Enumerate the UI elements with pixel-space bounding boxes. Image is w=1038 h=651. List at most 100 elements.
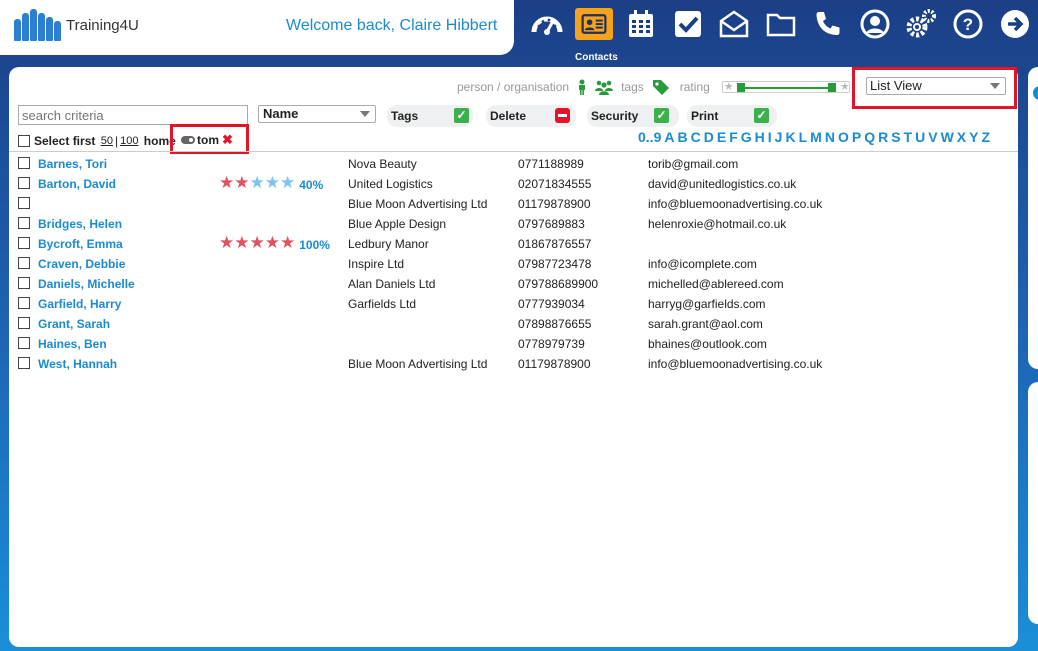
table-row[interactable]: Craven, Debbie Inspire Ltd 07987723478 info… — [9, 257, 1018, 277]
tags-toggle[interactable]: Tags ✓ — [387, 105, 473, 127]
alpha-link[interactable]: L — [799, 129, 808, 145]
row-checkbox[interactable] — [18, 217, 30, 229]
delete-toggle[interactable]: Delete — [486, 105, 576, 127]
row-checkbox[interactable] — [18, 237, 30, 249]
alpha-link[interactable]: Z — [981, 129, 990, 145]
alpha-link[interactable]: X — [957, 129, 966, 145]
help-question-icon: ? — [953, 9, 983, 39]
delete-toggle-label: Delete — [490, 109, 527, 123]
select-first-50-link[interactable]: 50 — [101, 135, 113, 147]
contact-name[interactable]: West, Hannah — [38, 357, 117, 371]
row-checkbox[interactable] — [18, 157, 30, 169]
rating-range-slider[interactable]: ★ ★ — [721, 81, 850, 93]
row-checkbox[interactable] — [18, 197, 30, 209]
contact-name[interactable]: Barnes, Tori — [38, 157, 107, 171]
person-icon[interactable] — [577, 79, 587, 95]
table-row[interactable]: Bridges, Helen Blue Apple Design 079768988… — [9, 217, 1018, 237]
nav-tasks[interactable] — [664, 0, 711, 50]
star-icon: ★ — [234, 233, 250, 252]
tag-icon[interactable] — [652, 79, 672, 95]
nav-files[interactable] — [758, 0, 805, 50]
alpha-link[interactable]: R — [878, 129, 888, 145]
search-input[interactable] — [18, 105, 248, 125]
table-row[interactable]: Blue Moon Advertising Ltd 01179878900 info… — [9, 197, 1018, 217]
alpha-link[interactable]: M — [810, 129, 822, 145]
nav-mail[interactable] — [711, 0, 758, 50]
alpha-link[interactable]: V — [928, 129, 937, 145]
app-logo[interactable]: Training4U — [14, 9, 139, 41]
contact-name[interactable]: Daniels, Michelle — [38, 277, 135, 291]
rating-min-handle[interactable] — [736, 83, 745, 92]
table-row[interactable]: Haines, Ben 0778979739 bhaines@outlook.com — [9, 337, 1018, 357]
contact-name[interactable]: Bycroft, Emma — [38, 237, 123, 251]
nav-phone[interactable] — [804, 0, 851, 50]
nav-settings[interactable] — [898, 0, 945, 50]
alpha-link[interactable]: G — [741, 129, 752, 145]
alpha-link[interactable]: W — [941, 129, 954, 145]
contact-name[interactable]: Garfield, Harry — [38, 297, 121, 311]
row-checkbox[interactable] — [18, 357, 30, 369]
user-account-icon — [860, 9, 889, 39]
settings-gears-icon — [906, 9, 937, 38]
print-toggle[interactable]: Print ✓ — [687, 105, 777, 127]
alpha-link[interactable]: N — [825, 129, 835, 145]
table-row[interactable]: Garfield, Harry Garfields Ltd 0777939034 ha… — [9, 297, 1018, 317]
alpha-link[interactable]: K — [785, 129, 795, 145]
security-toggle[interactable]: Security ✓ — [587, 105, 679, 127]
star-icon: ★ — [219, 173, 235, 192]
alpha-link[interactable]: 0..9 — [638, 129, 661, 145]
alpha-link[interactable]: J — [775, 129, 783, 145]
row-checkbox[interactable] — [18, 277, 30, 289]
alpha-link[interactable]: O — [838, 129, 849, 145]
alpha-link[interactable]: P — [852, 129, 861, 145]
contact-organisation: Alan Daniels Ltd — [348, 277, 436, 291]
alpha-link[interactable]: U — [915, 129, 925, 145]
nav-help[interactable]: ? — [945, 0, 992, 50]
alpha-link[interactable]: H — [755, 129, 765, 145]
row-checkbox[interactable] — [18, 177, 30, 189]
contact-name[interactable]: Haines, Ben — [38, 337, 107, 351]
view-mode-select[interactable]: List View — [866, 77, 1006, 95]
nav-calendar[interactable] — [617, 0, 664, 50]
alpha-link[interactable]: F — [729, 129, 738, 145]
sort-field-select[interactable]: Name — [258, 105, 376, 123]
table-row[interactable]: West, Hannah Blue Moon Advertising Ltd 011… — [9, 357, 1018, 377]
table-row[interactable]: Daniels, Michelle Alan Daniels Ltd 0797886… — [9, 277, 1018, 297]
contact-name[interactable]: Grant, Sarah — [38, 317, 110, 331]
alpha-link[interactable]: E — [717, 129, 726, 145]
star-icon: ★ — [280, 233, 296, 252]
row-checkbox[interactable] — [18, 317, 30, 329]
contact-name[interactable]: Barton, David — [38, 177, 116, 191]
organisation-group-icon[interactable] — [595, 79, 614, 95]
alpha-link[interactable]: B — [677, 129, 687, 145]
row-checkbox[interactable] — [18, 337, 30, 349]
alpha-link[interactable]: Q — [864, 129, 875, 145]
table-row[interactable]: Bycroft, Emma Ledbury Manor 01867876557 ★ ★ ★… — [9, 233, 1018, 257]
contacts-card-icon — [581, 14, 607, 34]
alpha-link[interactable]: A — [664, 129, 674, 145]
select-first-checkbox[interactable] — [18, 135, 30, 147]
alpha-link[interactable]: Y — [969, 129, 978, 145]
nav-logout[interactable] — [991, 0, 1038, 50]
alpha-link[interactable]: S — [891, 129, 900, 145]
alpha-link[interactable]: D — [704, 129, 714, 145]
row-checkbox[interactable] — [18, 257, 30, 269]
nav-contacts[interactable] — [571, 0, 618, 50]
contact-name[interactable]: Bridges, Helen — [38, 217, 122, 231]
rating-max-handle[interactable] — [827, 83, 836, 92]
contact-phone: 02071834555 — [518, 177, 592, 191]
row-checkbox[interactable] — [18, 297, 30, 309]
remove-tag-icon[interactable]: ✖ — [222, 132, 233, 148]
contact-name[interactable]: Craven, Debbie — [38, 257, 125, 271]
alpha-link[interactable]: C — [691, 129, 701, 145]
table-row[interactable]: Grant, Sarah 07898876655 sarah.grant@aol.c… — [9, 317, 1018, 337]
alpha-link[interactable]: I — [768, 129, 772, 145]
table-row[interactable]: Barton, David United Logistics 02071834555… — [9, 173, 1018, 197]
alpha-link[interactable]: T — [904, 129, 913, 145]
select-first-100-link[interactable]: 100 — [120, 135, 138, 147]
select-first-separator: | — [114, 134, 119, 148]
nav-dashboard[interactable] — [524, 0, 571, 50]
folder-icon — [766, 13, 796, 37]
table-row[interactable]: Barnes, Tori Nova Beauty 0771188989 torib@g… — [9, 157, 1018, 177]
nav-account[interactable] — [851, 0, 898, 50]
